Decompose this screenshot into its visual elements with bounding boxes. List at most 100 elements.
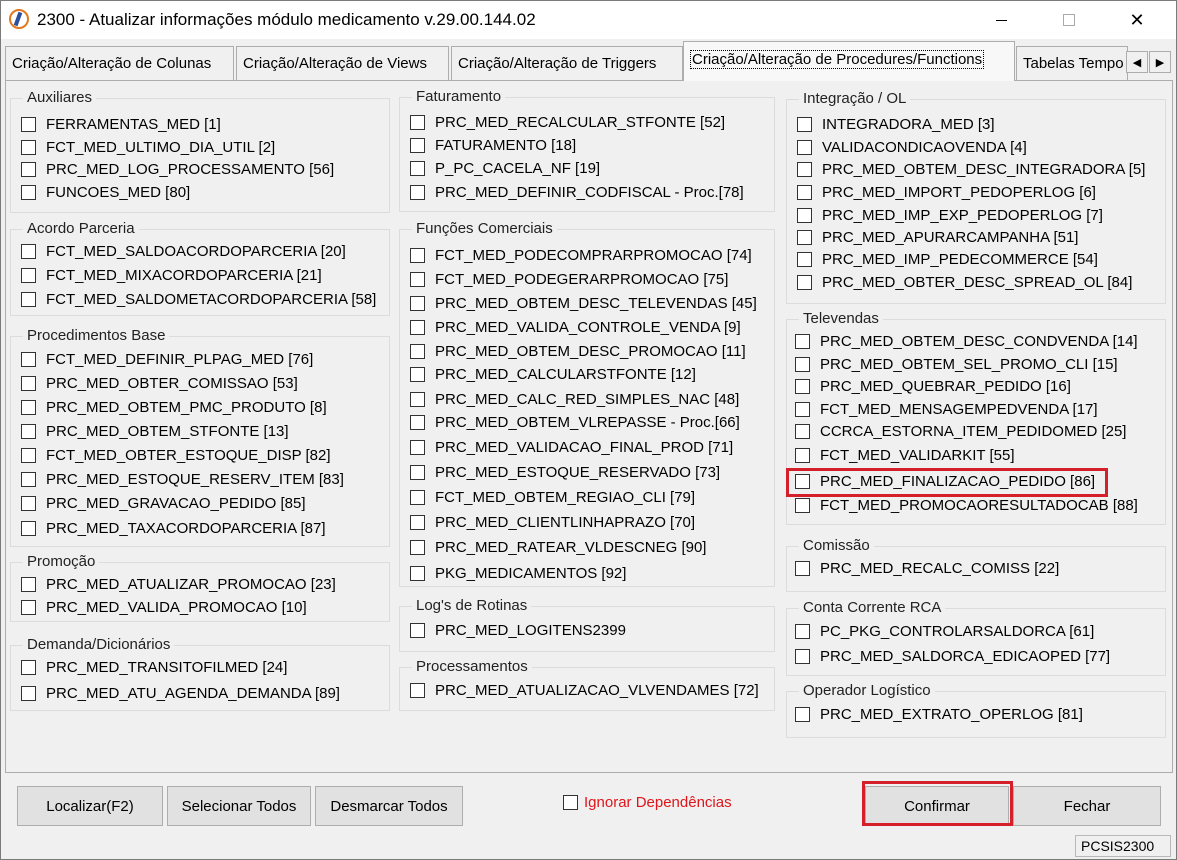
checkbox-item[interactable]: PRC_MED_LOGITENS2399: [410, 622, 626, 639]
checkbox-item[interactable]: FUNCOES_MED [80]: [21, 184, 190, 201]
tab-colunas[interactable]: Criação/Alteração de Colunas: [5, 46, 234, 80]
minimize-button[interactable]: [977, 1, 1025, 39]
checkbox[interactable]: [410, 272, 425, 287]
tab-scroll-left-button[interactable]: ◀: [1126, 51, 1148, 73]
checkbox[interactable]: [410, 320, 425, 335]
checkbox-item[interactable]: PRC_MED_TRANSITOFILMED [24]: [21, 659, 287, 676]
checkbox[interactable]: [795, 448, 810, 463]
checkbox[interactable]: [21, 292, 36, 307]
checkbox-item[interactable]: PRC_MED_RECALCULAR_STFONTE [52]: [410, 114, 725, 131]
checkbox[interactable]: [410, 185, 425, 200]
checkbox[interactable]: [410, 440, 425, 455]
checkbox[interactable]: [795, 498, 810, 513]
tab-triggers[interactable]: Criação/Alteração de Triggers: [451, 46, 683, 80]
checkbox-item[interactable]: PRC_MED_ESTOQUE_RESERVADO [73]: [410, 464, 720, 481]
checkbox[interactable]: [21, 424, 36, 439]
checkbox-item[interactable]: PRC_MED_OBTEM_SEL_PROMO_CLI [15]: [795, 356, 1118, 373]
checkbox-item[interactable]: FATURAMENTO [18]: [410, 137, 576, 154]
checkbox[interactable]: [410, 515, 425, 530]
checkbox-item[interactable]: FCT_MED_PROMOCAORESULTADOCAB [88]: [795, 497, 1138, 514]
checkbox[interactable]: [797, 140, 812, 155]
checkbox[interactable]: [410, 490, 425, 505]
checkbox[interactable]: [795, 357, 810, 372]
checkbox[interactable]: [797, 230, 812, 245]
maximize-button[interactable]: [1045, 1, 1093, 39]
checkbox[interactable]: [410, 367, 425, 382]
checkbox-item[interactable]: PRC_MED_OBTEM_VLREPASSE - Proc.[66]: [410, 414, 740, 431]
checkbox[interactable]: [21, 244, 36, 259]
checkbox-item[interactable]: P_PC_CACELA_NF [19]: [410, 160, 600, 177]
checkbox-item[interactable]: PRC_MED_CLIENTLINHAPRAZO [70]: [410, 514, 695, 531]
checkbox-item[interactable]: PRC_MED_IMP_PEDECOMMERCE [54]: [797, 251, 1098, 268]
checkbox[interactable]: [21, 140, 36, 155]
checkbox[interactable]: [21, 400, 36, 415]
checkbox-item[interactable]: FCT_MED_ULTIMO_DIA_UTIL [2]: [21, 139, 275, 156]
checkbox-item[interactable]: FCT_MED_MIXACORDOPARCERIA [21]: [21, 267, 322, 284]
checkbox[interactable]: [797, 162, 812, 177]
checkbox-item[interactable]: PRC_MED_EXTRATO_OPERLOG [81]: [795, 706, 1083, 723]
tab-scroll-right-button[interactable]: ▶: [1149, 51, 1171, 73]
checkbox[interactable]: [410, 566, 425, 581]
checkbox-item[interactable]: PRC_MED_OBTEM_DESC_PROMOCAO [11]: [410, 343, 746, 360]
checkbox[interactable]: [795, 561, 810, 576]
close-button[interactable]: ✕: [1113, 1, 1161, 39]
checkbox[interactable]: [797, 117, 812, 132]
checkbox-item[interactable]: FCT_MED_MENSAGEMPEDVENDA [17]: [795, 401, 1098, 418]
checkbox-item[interactable]: PRC_MED_VALIDA_PROMOCAO [10]: [21, 599, 307, 616]
checkbox-item[interactable]: PKG_MEDICAMENTOS [92]: [410, 565, 626, 582]
ignorar-dependencias-checkbox[interactable]: Ignorar Dependências: [563, 794, 732, 811]
checkbox-item[interactable]: PRC_MED_ESTOQUE_RESERV_ITEM [83]: [21, 471, 344, 488]
checkbox-item[interactable]: PRC_MED_IMPORT_PEDOPERLOG [6]: [797, 184, 1096, 201]
checkbox[interactable]: [21, 268, 36, 283]
checkbox-item[interactable]: PRC_MED_ATUALIZAR_PROMOCAO [23]: [21, 576, 336, 593]
checkbox-item[interactable]: PRC_MED_QUEBRAR_PEDIDO [16]: [795, 378, 1071, 395]
tab-views[interactable]: Criação/Alteração de Views: [236, 46, 449, 80]
checkbox-item[interactable]: PC_PKG_CONTROLARSALDORCA [61]: [795, 623, 1094, 640]
checkbox[interactable]: [795, 402, 810, 417]
checkbox-item[interactable]: PRC_MED_RECALC_COMISS [22]: [795, 560, 1059, 577]
checkbox-item[interactable]: FCT_MED_DEFINIR_PLPAG_MED [76]: [21, 351, 313, 368]
checkbox-item[interactable]: PRC_MED_SALDORCA_EDICAOPED [77]: [795, 648, 1110, 665]
checkbox[interactable]: [795, 379, 810, 394]
checkbox[interactable]: [410, 623, 425, 638]
checkbox-item[interactable]: PRC_MED_GRAVACAO_PEDIDO [85]: [21, 495, 306, 512]
checkbox[interactable]: [21, 660, 36, 675]
checkbox-item[interactable]: FCT_MED_SALDOACORDOPARCERIA [20]: [21, 243, 346, 260]
checkbox[interactable]: [410, 465, 425, 480]
checkbox[interactable]: [21, 117, 36, 132]
checkbox[interactable]: [21, 577, 36, 592]
tab-tabelas-temporarias[interactable]: Tabelas Tempo: [1016, 46, 1128, 80]
checkbox[interactable]: [21, 185, 36, 200]
checkbox[interactable]: [21, 352, 36, 367]
checkbox-item[interactable]: INTEGRADORA_MED [3]: [797, 116, 995, 133]
checkbox[interactable]: [795, 649, 810, 664]
checkbox-item[interactable]: FCT_MED_SALDOMETACORDOPARCERIA [58]: [21, 291, 376, 308]
checkbox-item[interactable]: PRC_MED_OBTER_DESC_SPREAD_OL [84]: [797, 274, 1132, 291]
checkbox[interactable]: [410, 392, 425, 407]
checkbox-item[interactable]: PRC_MED_ATU_AGENDA_DEMANDA [89]: [21, 685, 340, 702]
checkbox-item[interactable]: FCT_MED_VALIDARKIT [55]: [795, 447, 1015, 464]
checkbox-item[interactable]: PRC_MED_ATUALIZACAO_VLVENDAMES [72]: [410, 682, 759, 699]
checkbox-item[interactable]: CCRCA_ESTORNA_ITEM_PEDIDOMED [25]: [795, 423, 1126, 440]
checkbox-item[interactable]: FCT_MED_PODEGERARPROMOCAO [75]: [410, 271, 728, 288]
checkbox[interactable]: [797, 208, 812, 223]
checkbox[interactable]: [795, 707, 810, 722]
checkbox[interactable]: [410, 683, 425, 698]
fechar-button[interactable]: Fechar: [1013, 786, 1161, 826]
checkbox[interactable]: [410, 161, 425, 176]
checkbox-item[interactable]: PRC_MED_IMP_EXP_PEDOPERLOG [7]: [797, 207, 1103, 224]
checkbox[interactable]: [410, 115, 425, 130]
checkbox-item[interactable]: PRC_MED_RATEAR_VLDESCNEG [90]: [410, 539, 706, 556]
checkbox-item[interactable]: PRC_MED_CALC_RED_SIMPLES_NAC [48]: [410, 391, 739, 408]
checkbox[interactable]: [563, 795, 578, 810]
checkbox[interactable]: [410, 344, 425, 359]
checkbox-item[interactable]: PRC_MED_DEFINIR_CODFISCAL - Proc.[78]: [410, 184, 744, 201]
tab-procedures[interactable]: Criação/Alteração de Procedures/Function…: [683, 41, 1015, 81]
checkbox[interactable]: [410, 415, 425, 430]
checkbox[interactable]: [795, 624, 810, 639]
checkbox-item[interactable]: PRC_MED_APURARCAMPANHA [51]: [797, 229, 1078, 246]
checkbox-item[interactable]: FCT_MED_PODECOMPRARPROMOCAO [74]: [410, 247, 752, 264]
selecionar-todos-button[interactable]: Selecionar Todos: [167, 786, 311, 826]
checkbox[interactable]: [21, 600, 36, 615]
checkbox[interactable]: [21, 162, 36, 177]
